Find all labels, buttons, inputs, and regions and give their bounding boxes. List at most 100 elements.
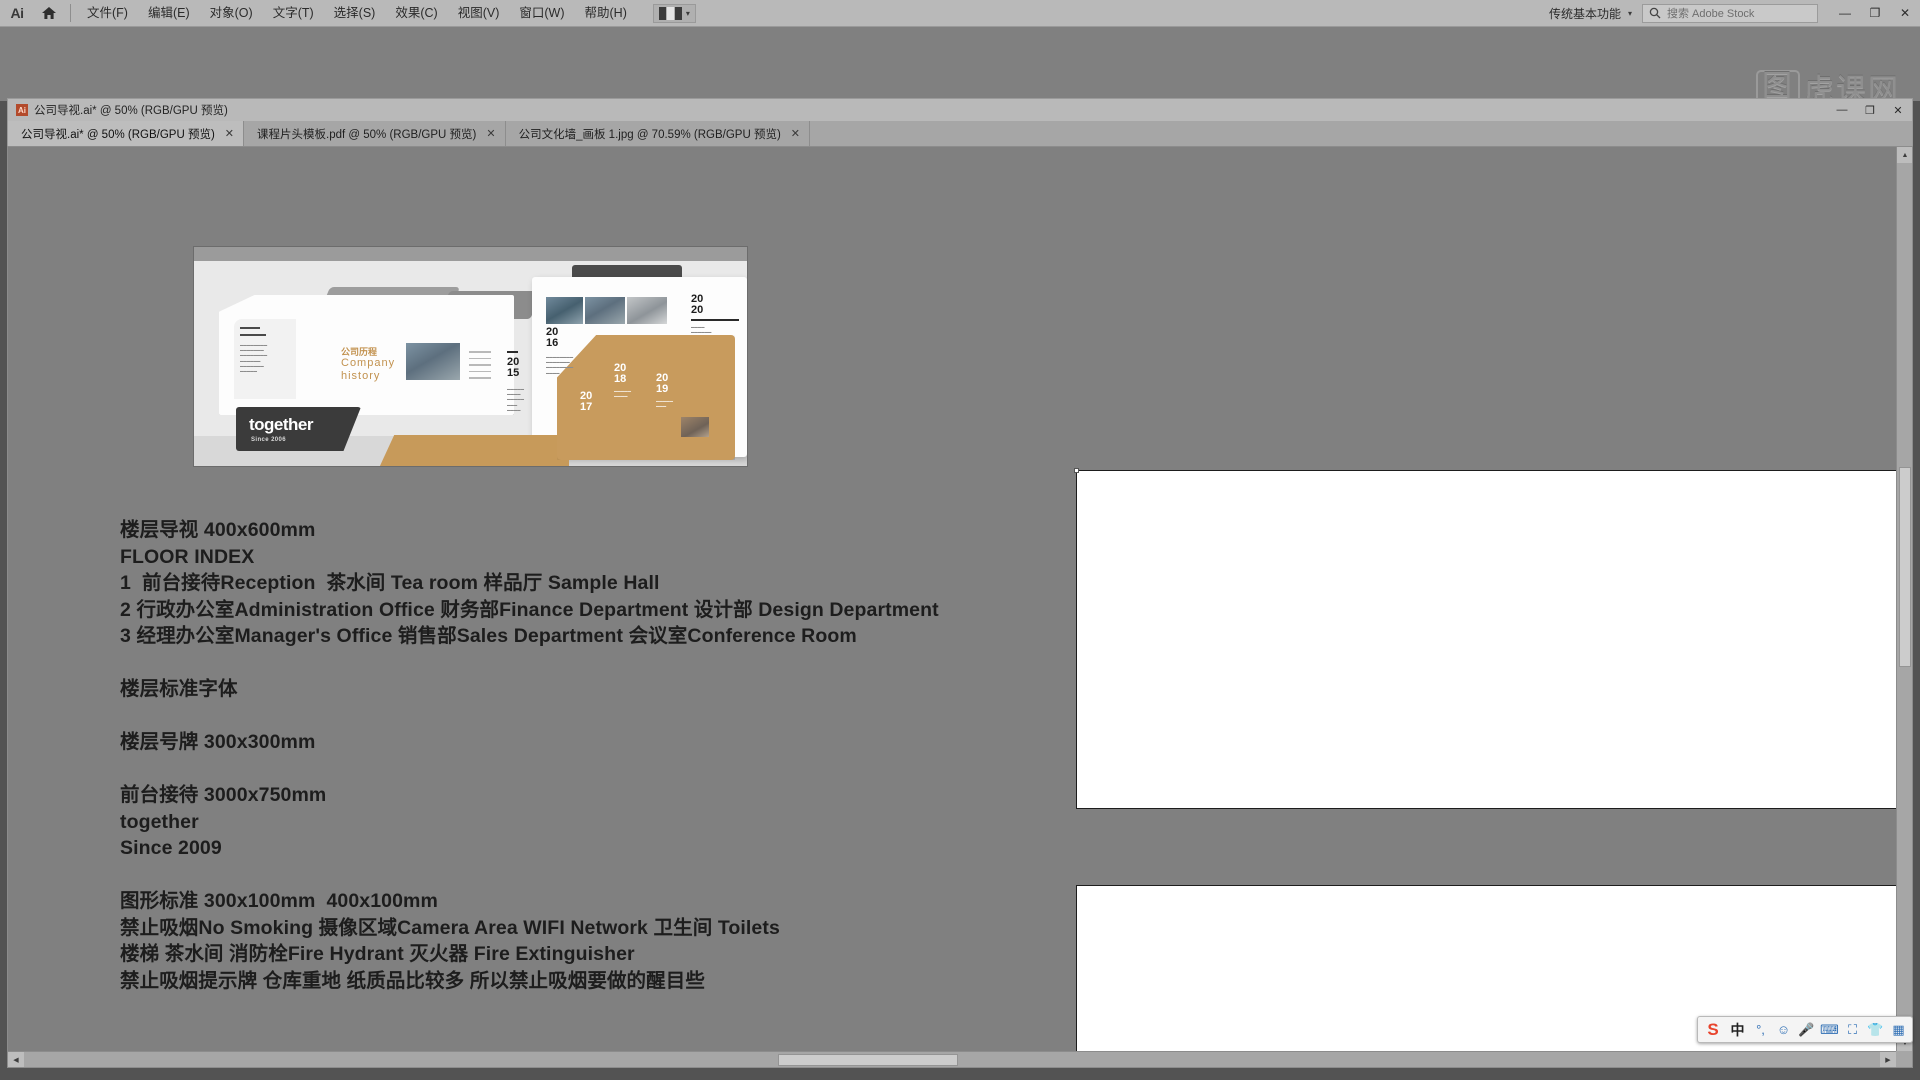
placed-artwork-culture-wall[interactable]: ▬▬▬▬▬▬▬▬ ▬▬▬▬▬▬▬ ▬▬▬▬▬▬▬▬ ▬▬▬▬▬▬ ▬▬▬▬▬▬▬ ▬▬▬▬… [193,246,748,467]
artwork-year-2015: 20 15 [507,356,520,379]
scrollbar-corner [1896,1051,1912,1067]
menu-effect[interactable]: 效果(C) [385,2,447,24]
app-restore-button[interactable]: ❐ [1860,0,1890,27]
soft-keyboard-icon[interactable]: ⌨ [1819,1019,1840,1040]
menu-bar-right-cluster: 传统基本功能 ▾ 搜索 Adobe Stock — ❐ ✕ [1539,0,1920,27]
text-line-blank [120,650,939,677]
artwork-year-2019-body: ▬▬▬▬▬ ▬▬▬ [656,399,673,409]
search-icon [1649,7,1661,19]
text-line-blank [120,756,939,783]
artwork-bullet-list [469,351,491,379]
artwork-brand-together: together [249,415,314,434]
document-tab-course-intro-template[interactable]: 课程片头模板.pdf @ 50% (RGB/GPU 预览) ✕ [244,121,506,146]
text-line: Since 2009 [120,837,222,859]
document-file-icon: Ai [16,104,28,116]
app-logo-icon: Ai [10,5,25,21]
canvas-vertical-scrollbar[interactable]: ▲ ▼ [1896,147,1912,1051]
menu-window[interactable]: 窗口(W) [509,2,574,24]
stock-search-input[interactable]: 搜索 Adobe Stock [1642,3,1818,23]
text-line: FLOOR INDEX [120,545,255,568]
arrange-documents-button[interactable]: ▾ [652,3,696,23]
workspace-label: 传统基本功能 [1548,6,1621,21]
menu-object[interactable]: 对象(O) [200,2,263,24]
document-canvas[interactable]: ▬▬▬▬▬▬▬▬ ▬▬▬▬▬▬▬ ▬▬▬▬▬▬▬▬ ▬▬▬▬▬▬ ▬▬▬▬▬▬▬ ▬▬▬▬… [7,146,1913,1068]
microphone-icon[interactable]: 🎤 [1796,1019,1817,1040]
document-minimize-button[interactable]: — [1828,100,1856,121]
artwork-year-2015-body: ▬▬▬▬▬ ▬▬▬▬ ▬▬▬▬▬ ▬▬▬ ▬▬▬▬ [507,387,524,412]
emoji-icon[interactable]: ☺ [1773,1019,1794,1040]
text-line: 前台接待 3000x750mm [120,784,327,806]
arrange-documents-icon [658,6,682,20]
artwork-gold-floor-shape [379,435,569,466]
document-tab-bar: 公司导视.ai* @ 50% (RGB/GPU 预览) ✕ 课程片头模板.pdf… [7,121,1913,146]
menu-view[interactable]: 视图(V) [448,2,510,24]
text-line: 楼层导视 400x600mm [120,519,316,541]
document-close-button[interactable]: ✕ [1884,100,1912,121]
artwork-title-en: Company history [341,357,395,383]
artwork-year-2018: 20 18 [614,362,627,385]
artwork-year-2016-body: ▬▬▬▬▬▬▬▬ ▬▬▬▬▬▬▬ ▬▬▬▬▬▬▬▬ ▬▬▬▬ [546,355,574,375]
text-line-blank [120,862,939,889]
sogou-logo-icon[interactable]: S [1701,1019,1725,1040]
artwork-year-2018-body: ▬▬▬▬▬ ▬▬▬▬ [614,389,631,399]
artwork-brand-since: Since 2006 [251,437,287,443]
chinese-mode-icon[interactable]: 中 [1727,1019,1748,1040]
application-menu-bar: Ai 文件(F) 编辑(E) 对象(O) 文字(T) 选择(S) 效果(C) 视… [0,0,1920,27]
artboard-text-block[interactable]: 楼层导视 400x600mm FLOOR INDEX 1 前台接待Reception… [120,517,939,994]
menu-edit[interactable]: 编辑(E) [138,2,200,24]
workspace-switcher[interactable]: 传统基本功能 ▾ [1539,5,1642,22]
text-line: 2 行政办公室Administration Office 财务部Finance … [120,598,939,621]
artwork-title-en-line1: Company [341,357,396,369]
document-window-title: 公司导视.ai* @ 50% (RGB/GPU 预览) [34,105,228,117]
canvas-horizontal-scrollbar[interactable]: ◀ ▶ [8,1051,1896,1067]
tab-close-icon[interactable]: ✕ [486,127,495,140]
menu-divider [70,4,71,22]
scroll-left-icon[interactable]: ◀ [8,1052,24,1067]
screenshot-icon[interactable]: ⛶ [1842,1019,1863,1040]
menu-help[interactable]: 帮助(H) [575,2,637,24]
text-line: 楼层标准字体 [120,678,238,700]
artwork-year-rule [507,351,518,353]
stock-search-placeholder: 搜索 Adobe Stock [1667,8,1755,20]
punctuation-icon[interactable]: °, [1750,1019,1771,1040]
home-icon[interactable] [34,0,64,27]
document-restore-button[interactable]: ❐ [1856,100,1884,121]
scroll-up-icon[interactable]: ▲ [1897,147,1912,163]
artwork-photo-handshake [406,343,460,380]
sogou-ime-toolbar[interactable]: S 中 °, ☺ 🎤 ⌨ ⛶ 👕 ▦ [1697,1016,1913,1043]
text-line: 楼层号牌 300x300mm [120,731,316,753]
text-line: 禁止吸烟提示牌 仓库重地 纸质品比较多 所以禁止吸烟要做的醒目些 [120,969,705,992]
text-line: 禁止吸烟No Smoking 摄像区域Camera Area WIFI Netw… [120,916,780,939]
artwork-year-2020: 20 20 [691,293,704,316]
artwork-photo-gold-panel [681,417,709,437]
app-close-button[interactable]: ✕ [1890,0,1920,27]
artwork-photo-strip-1 [546,297,583,324]
app-minimize-button[interactable]: — [1830,0,1860,27]
document-tab-company-signage[interactable]: 公司导视.ai* @ 50% (RGB/GPU 预览) ✕ [8,121,245,146]
canvas-viewport: ▬▬▬▬▬▬▬▬ ▬▬▬▬▬▬▬ ▬▬▬▬▬▬▬▬ ▬▬▬▬▬▬ ▬▬▬▬▬▬▬ ▬▬▬▬… [8,147,1896,1051]
vertical-scroll-thumb[interactable] [1899,467,1911,667]
skin-icon[interactable]: 👕 [1865,1019,1886,1040]
document-tab-culture-wall[interactable]: 公司文化墙_画板 1.jpg @ 70.59% (RGB/GPU 预览) ✕ [505,121,810,146]
toolbox-icon[interactable]: ▦ [1888,1019,1909,1040]
artwork-card-rule [240,327,260,330]
tab-close-icon[interactable]: ✕ [791,127,800,140]
artwork-photo-strip-3 [627,297,667,324]
artwork-year-2017: 20 17 [580,390,593,413]
chevron-down-icon: ▾ [685,8,690,18]
scroll-right-icon[interactable]: ▶ [1880,1052,1896,1067]
menu-select[interactable]: 选择(S) [324,2,386,24]
menu-file[interactable]: 文件(F) [77,2,138,24]
horizontal-scroll-thumb[interactable] [778,1054,958,1066]
text-line: 1 前台接待Reception 茶水间 Tea room 样品厅 Sample … [120,572,660,594]
tab-label: 公司文化墙_画板 1.jpg @ 70.59% (RGB/GPU 预览) [518,128,781,141]
menu-type[interactable]: 文字(T) [263,2,324,24]
artboard-1[interactable] [1074,468,1896,809]
tab-close-icon[interactable]: ✕ [225,127,234,140]
document-window-title-bar: Ai 公司导视.ai* @ 50% (RGB/GPU 预览) — ❐ ✕ [7,98,1913,121]
application-chrome-band: 图 虎课网 [0,27,1920,107]
text-line: 楼梯 茶水间 消防栓Fire Hydrant 灭火器 Fire Extingui… [120,943,635,965]
artwork-photo-strip-2 [585,297,625,324]
artwork-title-en-line2: history [341,370,381,382]
artboard-handle-top-left[interactable] [1074,468,1079,473]
